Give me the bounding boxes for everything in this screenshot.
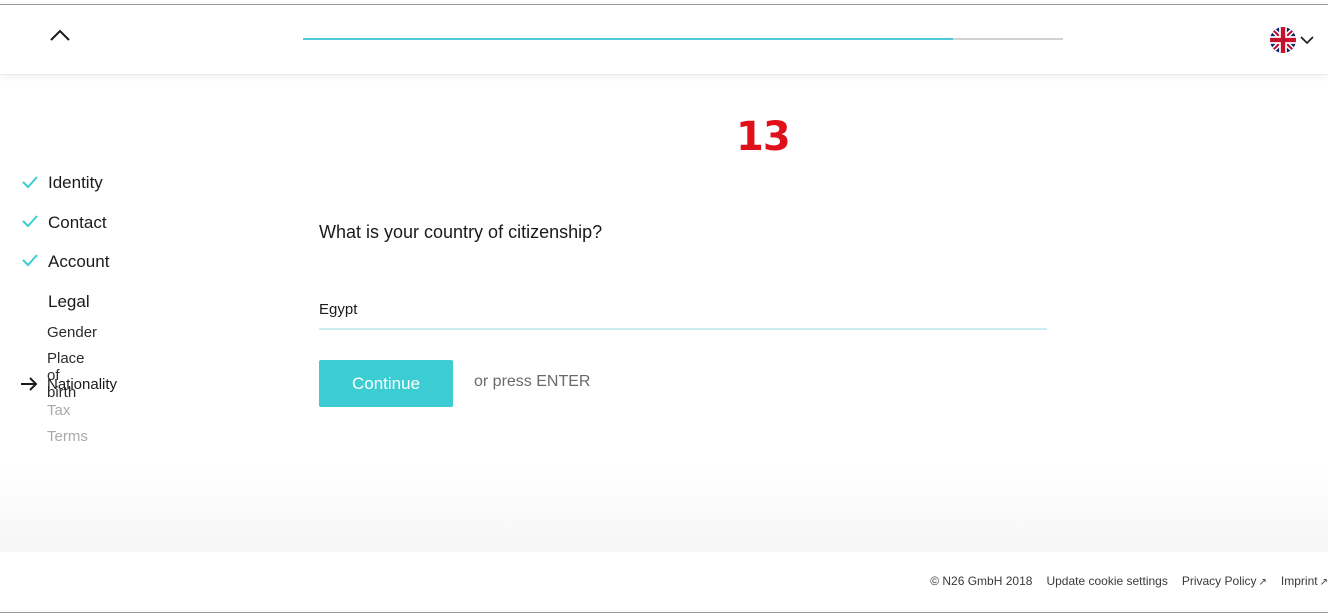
- collapse-button[interactable]: [44, 21, 76, 49]
- copyright-text: © N26 GmbH 2018: [930, 574, 1033, 588]
- nav-section-identity: Identity: [48, 173, 103, 192]
- window-bottom-border: [0, 612, 1328, 613]
- nav-section-account: Account: [48, 252, 110, 271]
- check-icon: [22, 215, 38, 228]
- question-heading: What is your country of citizenship?: [319, 222, 603, 242]
- nav-section-legal: Legal: [48, 292, 90, 311]
- nav-section-contact: Contact: [48, 213, 107, 232]
- header-bar: [0, 5, 1328, 75]
- uk-flag-icon: [1270, 27, 1296, 53]
- continue-button[interactable]: Continue: [319, 360, 453, 407]
- progress-bar-fill: [303, 38, 953, 40]
- footer-links: © N26 GmbH 2018 Update cookie settings P…: [916, 574, 1328, 588]
- language-selector[interactable]: [1270, 27, 1320, 53]
- nav-substep-tax: Tax: [47, 402, 71, 419]
- check-icon: [22, 176, 38, 189]
- external-link-icon: ↗: [1258, 577, 1267, 588]
- enter-hint: or press ENTER: [474, 373, 591, 390]
- cookie-settings-link[interactable]: Update cookie settings: [1046, 574, 1167, 588]
- external-link-icon: ↗: [1319, 577, 1328, 588]
- imprint-label: Imprint: [1280, 574, 1318, 588]
- arrow-right-icon: [21, 377, 38, 391]
- country-of-citizenship-field[interactable]: [319, 290, 1047, 330]
- check-icon: [22, 254, 38, 267]
- footer: © N26 GmbH 2018 Update cookie settings P…: [0, 552, 1328, 612]
- nav-substep-terms: Terms: [47, 428, 88, 445]
- step-number-annotation: 13: [736, 114, 791, 160]
- chevron-down-icon: [1300, 36, 1314, 45]
- nav-substep-nationality: Nationality: [47, 376, 118, 393]
- nav-substep-gender: Gender: [47, 324, 98, 341]
- privacy-policy-link[interactable]: Privacy Policy ↗: [1182, 574, 1267, 588]
- imprint-link[interactable]: Imprint ↗: [1281, 574, 1328, 588]
- progress-bar: [303, 38, 1063, 40]
- chevron-up-icon: [50, 29, 70, 41]
- privacy-policy-label: Privacy Policy: [1181, 574, 1257, 588]
